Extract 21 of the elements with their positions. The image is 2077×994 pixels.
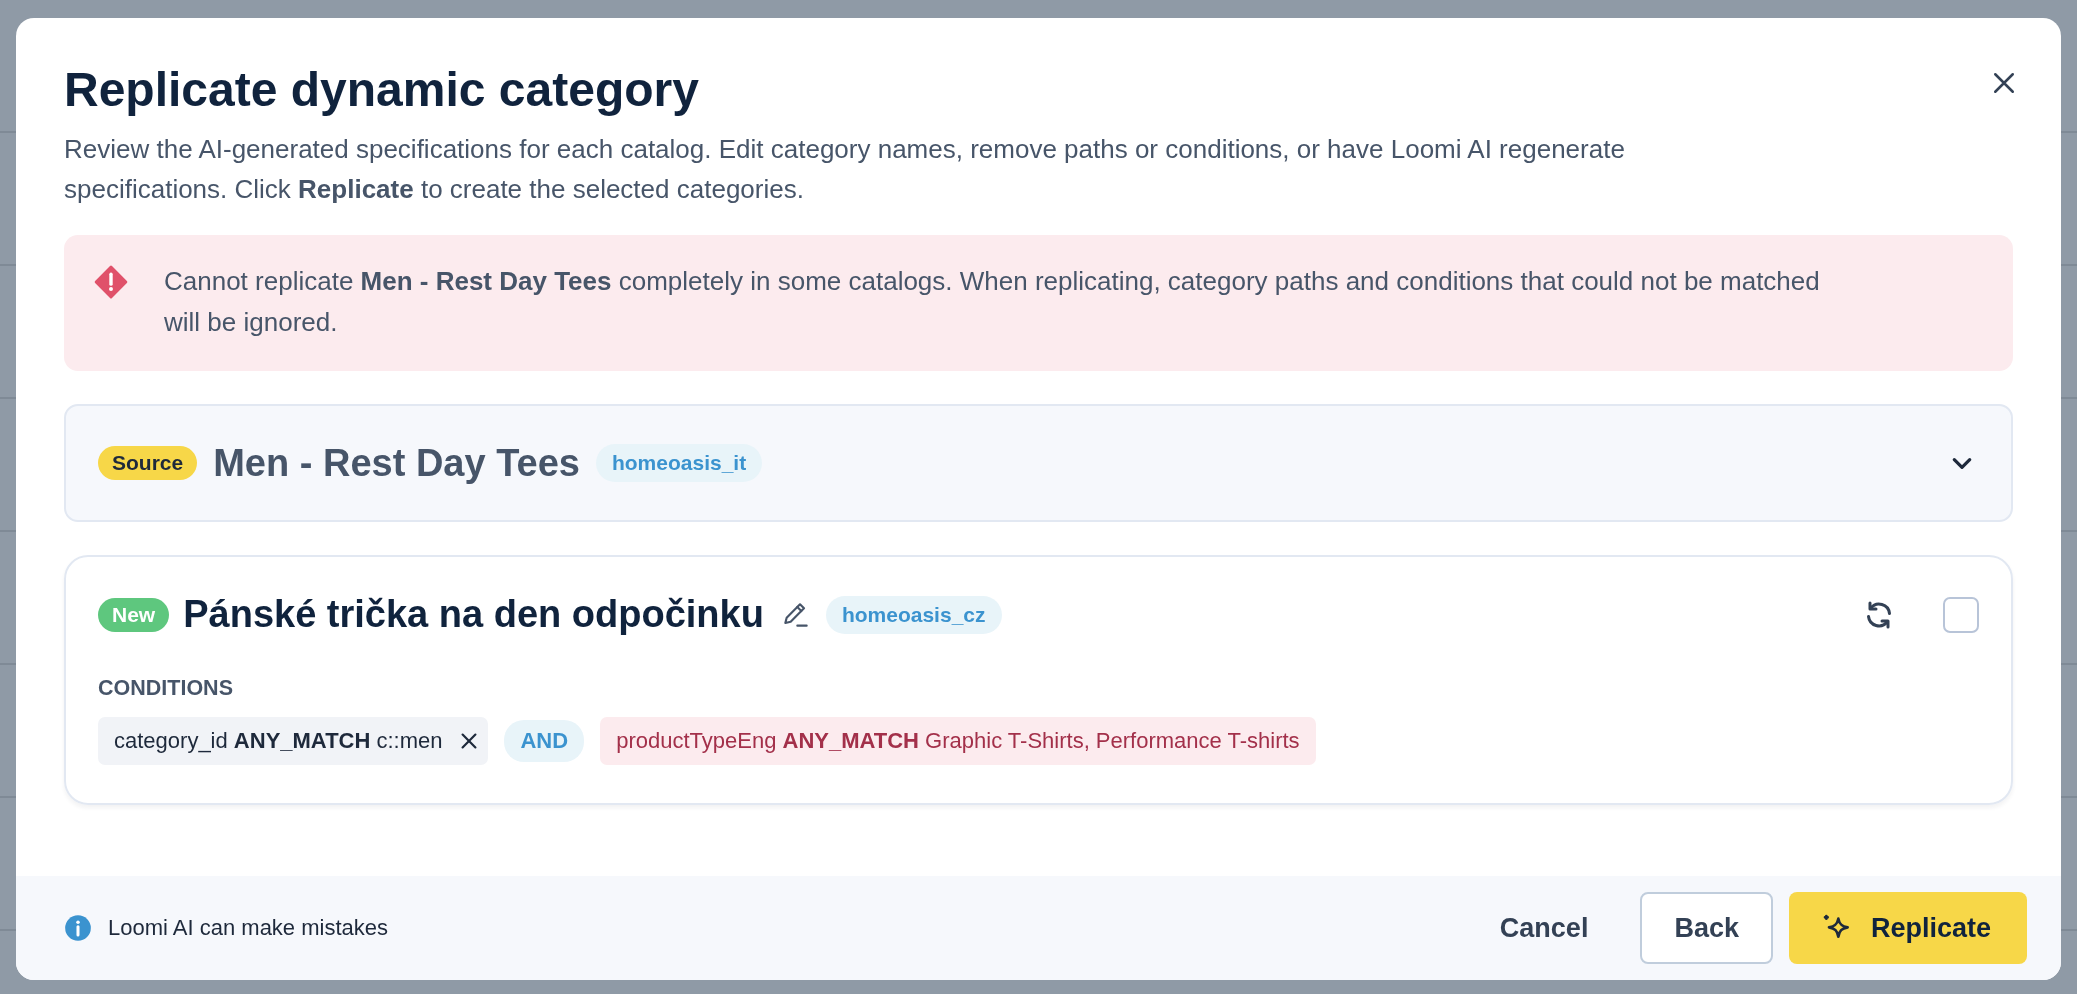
dialog-description: Review the AI-generated specifications for each catalog. Edit category names, remove paths or conditions, or have Loomi AI regenerate specifications. Click Replicate to create the selected categories. — [64, 133, 1626, 206]
conditions-label: CONDITIONS — [98, 676, 234, 701]
warning-icon — [94, 265, 128, 299]
new-badge: New — [98, 597, 170, 632]
expand-button[interactable] — [1953, 457, 1971, 469]
select-checkbox[interactable] — [1943, 596, 1979, 633]
catalog-tag: homeoasis_it — [595, 444, 763, 482]
cancel-button[interactable]: Cancel — [1469, 892, 1619, 964]
dialog-title: Replicate dynamic category — [64, 62, 699, 117]
alert-message: Cannot replicate Men - Rest Day Tees completely in some catalogs. When replicating, category paths and conditions that could not be matched will be ignored. — [164, 265, 1821, 339]
replicate-button[interactable]: Replicate — [1788, 892, 2027, 964]
source-badge: Source — [98, 446, 198, 480]
category-name: Pánské trička na den odpočinku — [183, 593, 764, 636]
info-icon — [64, 914, 92, 942]
back-button[interactable]: Back — [1640, 892, 1773, 964]
category-name: Men - Rest Day Tees — [213, 441, 580, 485]
catalog-tag: homeoasis_cz — [825, 595, 1002, 634]
operator-tag: AND — [504, 720, 585, 762]
disclaimer-note: Loomi AI can make mistakes — [108, 915, 388, 941]
unmatched-condition: productTypeEng ANY_MATCH Graphic T-Shirts, Performance T-shirts — [600, 717, 1316, 765]
condition-text: category_id ANY_MATCH c::men — [114, 728, 443, 754]
